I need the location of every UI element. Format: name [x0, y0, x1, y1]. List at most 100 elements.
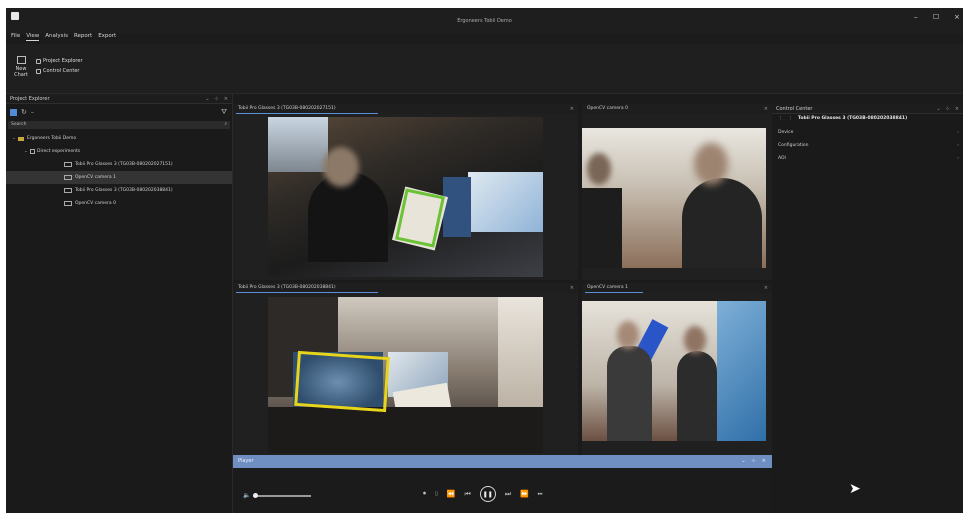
chevron-right-icon: ›	[957, 156, 959, 161]
control-center-toggle-label: Control Center	[43, 68, 80, 74]
tree-item-label: Direct experiments	[37, 149, 81, 154]
video-view-opencv-1[interactable]	[582, 293, 772, 455]
device-selector[interactable]: ⋮ ⋮ Tobii Pro Glasses 3 (TG03B-080202038…	[772, 114, 963, 128]
marker-icon[interactable]: ▯	[435, 491, 438, 497]
pin-icon[interactable]: ⊹	[752, 458, 756, 464]
chevron-right-icon: ›	[957, 130, 959, 135]
next-icon[interactable]: ⋮	[788, 116, 793, 121]
collapse-icon[interactable]: ⌄	[205, 96, 209, 102]
app-window: Ergoneers Tobii Demo – ☐ × File View Ana…	[6, 8, 963, 513]
video-view-glasses-1[interactable]	[233, 114, 578, 280]
volume-slider[interactable]	[253, 492, 312, 498]
prev-icon[interactable]: ⋮	[778, 116, 783, 121]
tab-glasses-1[interactable]: Tobii Pro Glasses 3 (TG03B-080202027151)…	[233, 104, 578, 114]
section-aoi[interactable]: AOI ›	[772, 154, 963, 167]
chart-grid-icon	[16, 56, 26, 64]
checkbox-icon[interactable]	[30, 149, 35, 154]
menu-export[interactable]: Export	[98, 33, 116, 41]
project-explorer-title: Project Explorer	[10, 96, 50, 102]
menu-report[interactable]: Report	[74, 33, 92, 41]
search-input[interactable]: Search ⌕	[8, 121, 230, 129]
title-bar: Ergoneers Tobii Demo – ☐ ×	[6, 8, 963, 34]
close-panel-icon[interactable]: ×	[955, 106, 959, 112]
camera-icon	[64, 162, 72, 167]
transport-controls: ⏺ ▯ ⏪ ⏮ ❚❚ ⏭ ⏩ ▸▸	[423, 486, 543, 502]
volume-control: 🔈	[243, 492, 312, 499]
camera-icon	[64, 188, 72, 193]
scene-video-frame	[268, 117, 543, 277]
close-tile-icon[interactable]: ×	[570, 106, 574, 112]
project-explorer-header: Project Explorer ⌄ ⊹ ×	[6, 94, 232, 104]
project-explorer-toggle-label: Project Explorer	[43, 58, 83, 64]
pin-icon[interactable]: ⊹	[946, 106, 950, 112]
close-panel-icon[interactable]: ×	[224, 96, 228, 102]
tree-item-label: Tobii Pro Glasses 3 (TG03B-080202027151)	[75, 162, 173, 167]
video-view-opencv-0[interactable]	[582, 114, 772, 280]
tree-item-glasses-2[interactable]: Tobii Pro Glasses 3 (TG03B-080202038841)	[6, 184, 232, 197]
tree-item-glasses-1[interactable]: Tobii Pro Glasses 3 (TG03B-080202027151)	[6, 158, 232, 171]
live-icon[interactable]: ▸▸	[538, 491, 543, 497]
step-forward-icon[interactable]: ⏭	[505, 490, 511, 499]
close-tile-icon[interactable]: ×	[764, 106, 768, 112]
minimize-button[interactable]: –	[914, 14, 918, 21]
section-label: Device	[778, 130, 794, 135]
player-title: Player	[238, 458, 254, 464]
checkbox-icon	[36, 58, 41, 64]
tile-title: OpenCV camera 0	[587, 106, 628, 111]
pin-icon[interactable]: ⊹	[215, 96, 219, 102]
menu-view[interactable]: View	[26, 33, 40, 41]
tile-title: Tobii Pro Glasses 3 (TG03B-080202027151)	[238, 106, 336, 111]
menu-bar: File View Analysis Report Export	[11, 33, 116, 41]
collapse-icon[interactable]: ⌄	[936, 106, 940, 112]
tab-opencv-0[interactable]: OpenCV camera 0 ×	[582, 104, 772, 114]
menu-file[interactable]: File	[11, 33, 20, 41]
record-icon[interactable]: ⏺	[423, 490, 426, 498]
new-chart-button[interactable]: New Chart	[12, 56, 30, 78]
volume-slider-knob[interactable]	[253, 492, 259, 498]
tab-opencv-1[interactable]: OpenCV camera 1 ×	[582, 283, 772, 293]
tree-item-project[interactable]: ⌄ Ergoneers Tobii Demo	[6, 132, 232, 145]
tile-title: Tobii Pro Glasses 3 (TG03B-080202038841)	[238, 285, 336, 290]
collapse-icon[interactable]: ⌄	[741, 458, 745, 464]
project-tree: ⌄ Ergoneers Tobii Demo ⌄ Direct experime…	[6, 132, 232, 210]
tab-glasses-2[interactable]: Tobii Pro Glasses 3 (TG03B-080202038841)…	[233, 283, 578, 293]
window-title: Ergoneers Tobii Demo	[457, 18, 512, 24]
refresh-icon[interactable]: ↻	[21, 108, 27, 116]
tree-item-experiments[interactable]: ⌄ Direct experiments	[6, 145, 232, 158]
ribbon: New Chart Project Explorer Control Cente…	[6, 44, 963, 94]
tree-item-opencv-1[interactable]: OpenCV camera 1	[6, 171, 232, 184]
control-center-toggle[interactable]: Control Center	[36, 68, 80, 74]
project-explorer-panel: Project Explorer ⌄ ⊹ × ↻ – ⛛ Search ⌕ ⌄ …	[6, 94, 233, 513]
project-explorer-toggle[interactable]: Project Explorer	[36, 58, 83, 64]
checkbox-icon	[36, 68, 41, 74]
close-tile-icon[interactable]: ×	[570, 285, 574, 291]
player-header: Player ⌄ ⊹ ×	[233, 455, 772, 468]
rewind-icon[interactable]: ⏪	[447, 490, 456, 498]
tree-item-opencv-0[interactable]: OpenCV camera 0	[6, 197, 232, 210]
folder-icon	[18, 136, 24, 141]
control-center-title: Control Center	[776, 106, 813, 112]
camera-icon	[64, 175, 72, 180]
mouse-cursor-icon: ➤	[849, 481, 861, 497]
close-tile-icon[interactable]: ×	[764, 285, 768, 291]
search-icon: ⌕	[224, 122, 227, 127]
maximize-button[interactable]: ☐	[933, 14, 939, 21]
pause-button[interactable]: ❚❚	[479, 486, 496, 502]
search-placeholder: Search	[11, 122, 27, 127]
close-button[interactable]: ×	[954, 14, 960, 21]
menu-analysis[interactable]: Analysis	[45, 33, 68, 41]
chevron-right-icon: ›	[957, 143, 959, 148]
section-device[interactable]: Device ›	[772, 128, 963, 141]
video-view-glasses-2[interactable]	[233, 293, 578, 455]
close-panel-icon[interactable]: ×	[762, 458, 766, 464]
player-panel: 🔈 ⏺ ▯ ⏪ ⏮ ❚❚ ⏭ ⏩ ▸▸	[233, 468, 772, 513]
fast-forward-icon[interactable]: ⏩	[520, 490, 529, 498]
scene-video-frame	[268, 297, 543, 453]
filter-icon[interactable]: ⛛	[221, 108, 227, 117]
step-back-icon[interactable]: ⏮	[465, 490, 471, 499]
section-configuration[interactable]: Configuration ›	[772, 141, 963, 154]
collapse-all-icon[interactable]: –	[31, 109, 34, 116]
view-mode-icon[interactable]	[10, 108, 17, 116]
speaker-icon[interactable]: 🔈	[243, 492, 250, 499]
new-chart-label: New Chart	[14, 66, 28, 78]
